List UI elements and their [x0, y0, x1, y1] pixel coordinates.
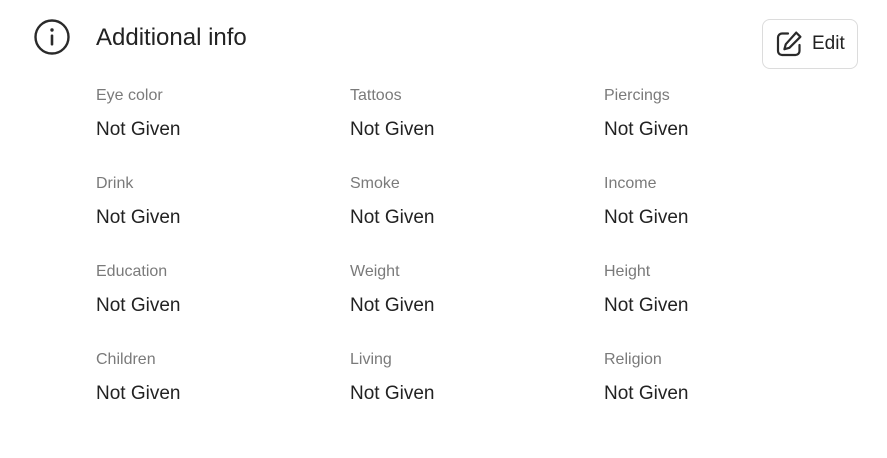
field-label: Smoke — [350, 175, 400, 192]
field-value: Not Given — [96, 207, 181, 228]
field-religion: Religion Not Given — [604, 346, 858, 434]
field-tattoos: Tattoos Not Given — [350, 82, 604, 170]
edit-button[interactable]: Edit — [762, 19, 858, 69]
field-value: Not Given — [96, 295, 181, 316]
field-weight: Weight Not Given — [350, 258, 604, 346]
edit-button-label: Edit — [812, 33, 845, 54]
field-height: Height Not Given — [604, 258, 858, 346]
additional-info-panel: Additional info Edit Eye color Not Given… — [0, 0, 887, 458]
field-value: Not Given — [350, 295, 435, 316]
field-eye-color: Eye color Not Given — [96, 82, 350, 170]
field-income: Income Not Given — [604, 170, 858, 258]
field-label: Tattoos — [350, 87, 402, 104]
section-title: Additional info — [96, 24, 247, 51]
field-value: Not Given — [350, 119, 435, 140]
field-label: Eye color — [96, 87, 163, 104]
field-label: Living — [350, 351, 392, 368]
field-drink: Drink Not Given — [96, 170, 350, 258]
field-children: Children Not Given — [96, 346, 350, 434]
field-living: Living Not Given — [350, 346, 604, 434]
field-value: Not Given — [604, 119, 689, 140]
field-label: Religion — [604, 351, 662, 368]
edit-pencil-icon — [774, 29, 804, 59]
info-fields-grid: Eye color Not Given Tattoos Not Given Pi… — [96, 82, 858, 434]
info-icon — [33, 18, 71, 56]
field-value: Not Given — [350, 207, 435, 228]
field-smoke: Smoke Not Given — [350, 170, 604, 258]
field-value: Not Given — [96, 383, 181, 404]
field-value: Not Given — [604, 207, 689, 228]
field-value: Not Given — [604, 383, 689, 404]
field-piercings: Piercings Not Given — [604, 82, 858, 170]
field-value: Not Given — [604, 295, 689, 316]
field-value: Not Given — [350, 383, 435, 404]
field-label: Income — [604, 175, 657, 192]
field-value: Not Given — [96, 119, 181, 140]
field-label: Education — [96, 263, 168, 280]
field-education: Education Not Given — [96, 258, 350, 346]
field-label: Piercings — [604, 87, 670, 104]
field-label: Children — [96, 351, 156, 368]
field-label: Drink — [96, 175, 134, 192]
field-label: Height — [604, 263, 651, 280]
field-label: Weight — [350, 263, 400, 280]
